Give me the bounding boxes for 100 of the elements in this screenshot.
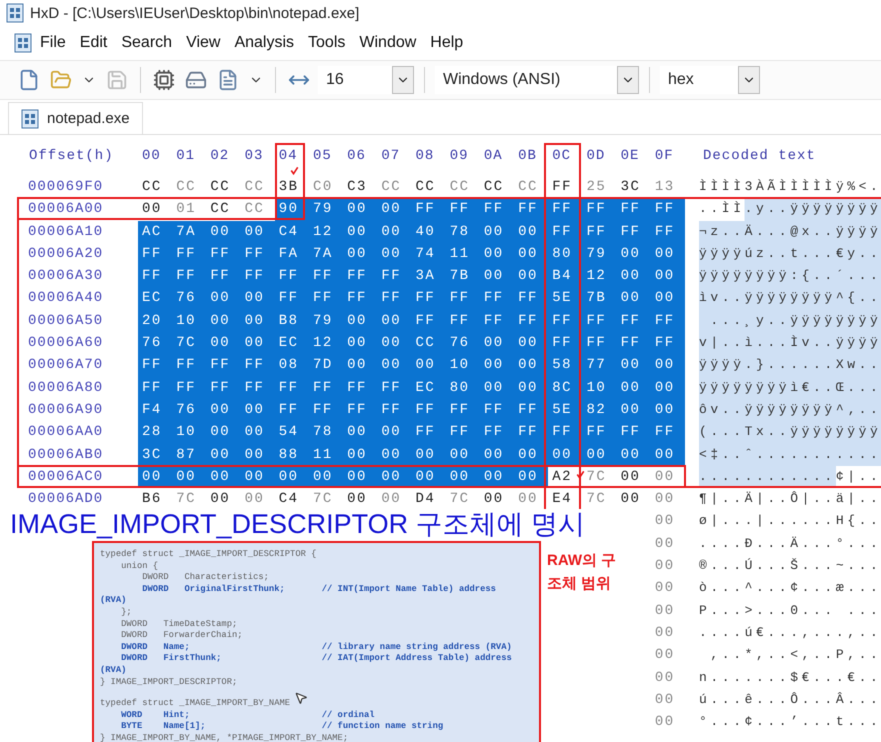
hex-byte: 00 [514, 376, 548, 399]
code-line: } IMAGE_IMPORT_DESCRIPTOR; [100, 676, 238, 688]
hex-byte: 00 [141, 200, 162, 220]
hex-byte: 77 [582, 354, 617, 377]
hex-byte: FF [172, 265, 206, 288]
hex-byte: B8 [274, 310, 309, 332]
hex-byte: 00 [616, 287, 651, 310]
hex-byte: 00 [616, 354, 651, 377]
hex-byte: 00 [654, 534, 675, 554]
hex-byte: 7A [172, 220, 206, 243]
hex-byte: 5E [548, 287, 582, 310]
chip-icon[interactable] [151, 67, 177, 93]
hex-byte: 7B [446, 265, 480, 288]
hex-byte: FF [480, 310, 514, 332]
code-line: } IMAGE_IMPORT_BY_NAME, *PIMAGE_IMPORT_BY_NAME; [100, 732, 350, 742]
hex-byte: FF [616, 332, 651, 354]
hex-byte: 58 [548, 354, 582, 377]
column-header: 0F [654, 147, 675, 166]
menu-item[interactable]: Edit [74, 32, 114, 54]
hex-byte: EC [138, 287, 172, 310]
hex-byte: 00 [377, 332, 412, 354]
hex-byte: 00 [343, 198, 378, 221]
hex-byte: 00 [654, 646, 675, 666]
hex-byte: FF [343, 376, 378, 399]
hex-byte: FF [616, 310, 651, 332]
hex-byte: 7D [308, 354, 344, 377]
hex-byte: FF [616, 220, 651, 243]
hex-byte: 5E [548, 398, 582, 422]
hex-byte: FF [138, 242, 172, 266]
hex-byte: 11 [446, 242, 480, 266]
hex-byte: 00 [240, 332, 275, 354]
hex-byte: AC [138, 220, 172, 243]
hex-byte: FF [548, 310, 582, 332]
column-header: 01 [175, 147, 196, 166]
hex-byte: FF [343, 265, 378, 288]
menu-item[interactable]: Window [353, 32, 422, 54]
hex-byte: CC [209, 178, 230, 197]
hex-byte: FF [650, 332, 685, 354]
column-header: 09 [448, 147, 470, 166]
hex-byte: CC [517, 178, 538, 197]
hex-byte: 00 [377, 354, 412, 377]
decoded-text: (...Tx..ÿÿÿÿÿÿÿÿ [699, 421, 881, 444]
row-offset: 00006A10 [27, 222, 104, 242]
hex-byte: EC [412, 376, 446, 399]
hex-byte: 12 [308, 220, 344, 243]
row-offset: 000069F0 [27, 178, 104, 197]
hex-byte: 78 [446, 220, 480, 243]
row-offset: 00006A80 [27, 378, 104, 398]
menu-item[interactable]: View [180, 32, 226, 54]
menu-item[interactable]: Search [115, 32, 178, 54]
decoded-text: ÌÌÌÌ3ÀÃÌÌÌÌÌÿ%<. [699, 178, 881, 196]
code-line: DWORD Characteristics; [141, 572, 270, 584]
hex-byte: 7C [172, 332, 206, 354]
code-line: DWORD FirstThunk; // IAT(Import Address Table) address [120, 653, 513, 665]
menu-item[interactable]: File [34, 32, 72, 54]
hex-byte: FF [412, 198, 446, 221]
hex-byte: FF [514, 287, 548, 310]
hex-byte: 00 [244, 490, 264, 510]
hex-byte: 00 [240, 310, 275, 332]
hex-byte: FF [446, 287, 480, 310]
hex-byte: 00 [616, 265, 651, 288]
menu-item[interactable]: Tools [302, 32, 352, 54]
hex-byte: 00 [240, 421, 275, 444]
bytes-per-row-dropdown[interactable]: 16 [318, 66, 414, 94]
hex-byte: 7B [582, 287, 617, 310]
hex-byte: 12 [582, 265, 617, 288]
hex-byte: 00 [206, 398, 241, 422]
hex-byte: 00 [514, 354, 548, 377]
hex-byte: 80 [446, 376, 480, 399]
row-offset: 00006A90 [27, 400, 104, 420]
hex-byte: 00 [654, 557, 675, 576]
hex-byte: CC [244, 178, 264, 197]
hex-byte: 00 [480, 220, 514, 243]
hex-byte: 3A [412, 265, 446, 288]
column-header: 04 [278, 147, 299, 166]
hex-byte: CC [482, 178, 504, 197]
decoded-text: ìv..ÿÿÿÿÿÿÿÿ^{.. [699, 287, 881, 310]
code-line: typedef struct _IMAGE_IMPORT_DESCRIPTOR { [100, 549, 318, 561]
menu-item[interactable]: Help [424, 32, 470, 54]
hex-byte: 3C [138, 444, 172, 466]
decoded-text: ,..*,..<,..P,.. [709, 646, 881, 664]
file-tab[interactable]: notepad.exe [8, 102, 143, 134]
dropdown-caret-icon [392, 66, 414, 94]
hex-byte: 00 [514, 220, 548, 243]
hex-byte: FF [240, 242, 275, 266]
offset-base-dropdown[interactable]: hex [660, 66, 760, 94]
hex-byte: 00 [206, 310, 241, 332]
column-header: 0E [620, 147, 640, 166]
row-offset: 00006A60 [27, 334, 104, 354]
decoded-text: ÿÿÿÿ.}......Xw.. [699, 354, 881, 377]
hex-byte: FF [514, 421, 548, 444]
hex-byte: 10 [582, 376, 617, 399]
hex-byte: FF [343, 398, 378, 422]
decoded-text: °...¢...’...t... [699, 713, 881, 732]
dropdown-caret-icon [738, 66, 760, 94]
hex-byte: 00 [616, 376, 651, 399]
menu-item[interactable]: Analysis [228, 32, 300, 54]
hex-byte: FF [138, 265, 172, 288]
encoding-dropdown[interactable]: Windows (ANSI) [435, 66, 639, 94]
hex-byte: 00 [620, 490, 640, 510]
